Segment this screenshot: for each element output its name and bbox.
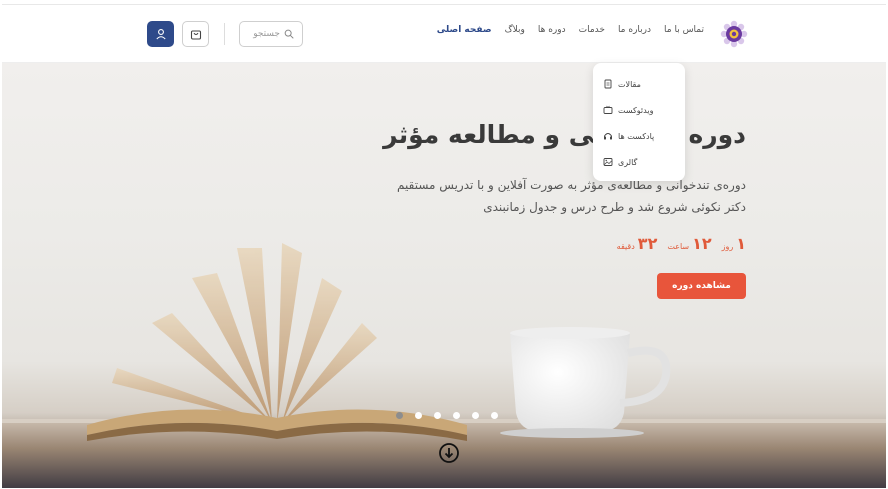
cart-button[interactable] [182, 21, 209, 47]
brand-logo-icon[interactable] [720, 20, 748, 48]
search-input[interactable]: جستجو [239, 21, 303, 47]
countdown-days: ۱روز [721, 234, 746, 253]
blog-dropdown-menu: مقالات ویدئوکست پادکست ها گالری [593, 63, 685, 181]
nav-item-home[interactable]: صفحه اصلی [437, 25, 492, 35]
nav-item-contact[interactable]: تماس با ما [664, 25, 704, 35]
user-account-button[interactable] [147, 21, 174, 47]
tv-icon [603, 105, 613, 114]
slider-dot[interactable] [434, 412, 441, 419]
countdown-minutes: ۳۲دقیقه [616, 234, 658, 253]
countdown-hours: ۱۲ساعت [667, 234, 712, 253]
nav-item-about[interactable]: درباره ما [618, 25, 651, 35]
slider-pagination [396, 412, 498, 419]
countdown-timer: ۱روز ۱۲ساعت ۳۲دقیقه [617, 234, 746, 253]
dropdown-item-gallery[interactable]: گالری [603, 149, 675, 175]
user-icon [155, 29, 166, 40]
search-icon [284, 29, 294, 39]
shopping-bag-icon [190, 30, 201, 40]
site-header: صفحه اصلی وبلاگ دوره ها خدمات درباره ما … [2, 5, 886, 63]
main-nav: صفحه اصلی وبلاگ دوره ها خدمات درباره ما … [437, 25, 704, 35]
document-icon [604, 79, 612, 89]
slider-dot[interactable] [396, 412, 403, 419]
dropdown-item-articles[interactable]: مقالات [603, 71, 675, 97]
slider-dot[interactable] [472, 412, 479, 419]
hero-slider: دوره تندخوانی و مطالعه مؤثر دوره‌ی تندخو… [2, 63, 886, 488]
header-divider [224, 23, 225, 45]
hero-title: دوره تندخوانی و مطالعه مؤثر [383, 120, 746, 149]
view-course-button[interactable]: مشاهده دوره [657, 273, 746, 299]
nav-item-courses[interactable]: دوره ها [538, 25, 566, 35]
hero-description: دوره‌ی تندخوانی و مطالعه‌ی مؤثر به صورت … [397, 178, 746, 214]
dropdown-item-podcasts[interactable]: پادکست ها [603, 123, 675, 149]
image-icon [603, 158, 613, 166]
scroll-down-icon[interactable] [438, 442, 460, 464]
nav-item-blog[interactable]: وبلاگ [505, 25, 525, 35]
nav-item-services[interactable]: خدمات [579, 25, 605, 35]
slider-dot[interactable] [453, 412, 460, 419]
search-placeholder: جستجو [253, 29, 280, 39]
slider-dot[interactable] [415, 412, 422, 419]
headphones-icon [604, 133, 612, 140]
page: صفحه اصلی وبلاگ دوره ها خدمات درباره ما … [2, 4, 886, 488]
dropdown-item-videocast[interactable]: ویدئوکست [603, 97, 675, 123]
slider-dot[interactable] [491, 412, 498, 419]
